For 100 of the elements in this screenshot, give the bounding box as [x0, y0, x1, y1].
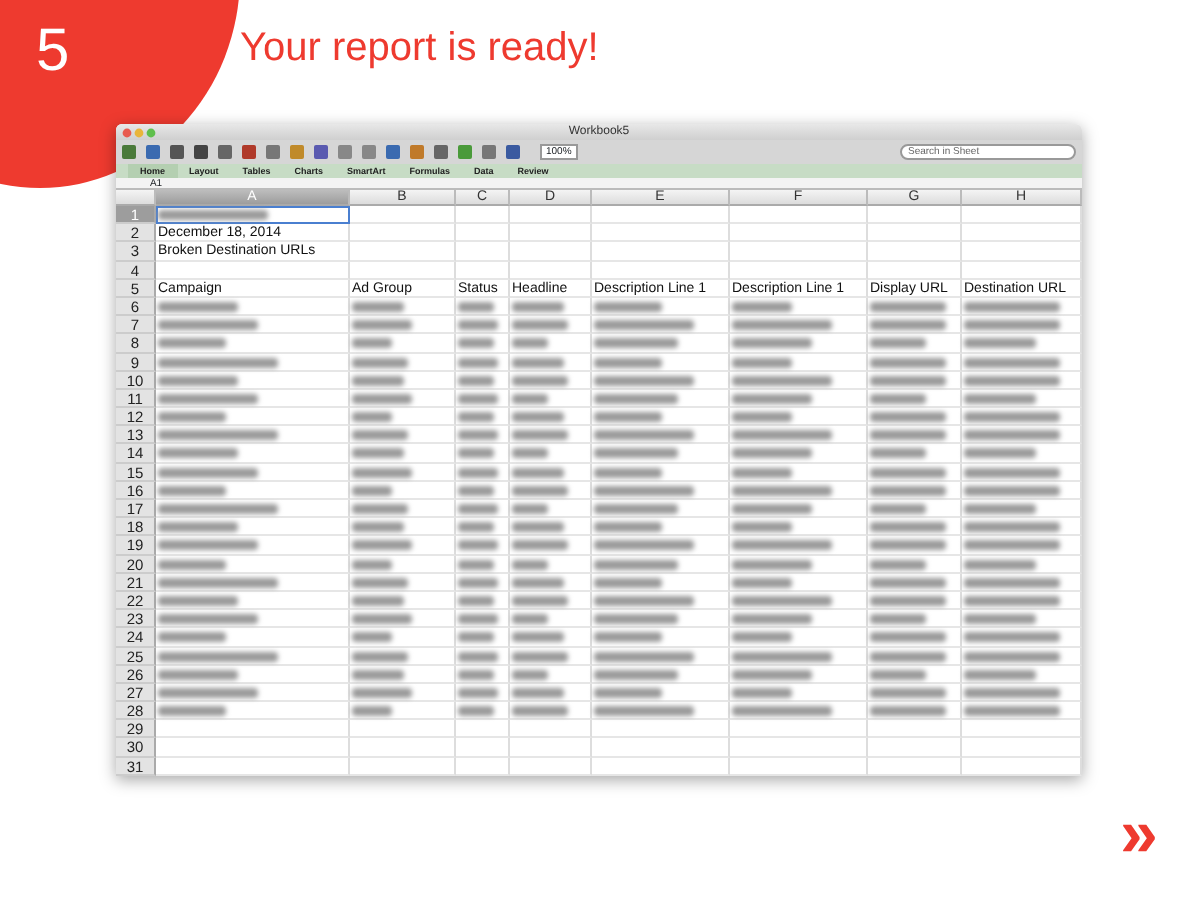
window-controls-icon[interactable] [122, 128, 158, 138]
blurred-text [964, 320, 1060, 331]
table-cell [730, 261, 868, 280]
blurred-text [870, 669, 926, 680]
blurred-text [158, 412, 226, 423]
blurred-text [158, 448, 238, 459]
table-cell [962, 206, 1082, 225]
table-cell [350, 261, 456, 280]
table-cell [730, 757, 868, 776]
blurred-text [458, 669, 494, 680]
blurred-text [512, 706, 568, 717]
blurred-text [870, 540, 946, 551]
select-all-corner[interactable] [116, 190, 156, 206]
table-cell [510, 738, 592, 758]
blurred-text [512, 522, 564, 533]
blurred-text [458, 448, 494, 459]
blurred-text [732, 467, 792, 478]
blurred-text [512, 577, 564, 588]
blurred-text [158, 614, 258, 625]
table-cell [510, 224, 592, 243]
blurred-text [732, 393, 812, 404]
table-cell [456, 261, 510, 280]
table-cell [962, 242, 1082, 262]
blurred-text [158, 393, 258, 404]
blurred-text [964, 595, 1060, 606]
table-cell [962, 738, 1082, 758]
blurred-text [732, 357, 792, 367]
blurred-text [594, 357, 662, 367]
blurred-text [458, 393, 498, 404]
blurred-text [458, 357, 498, 367]
blurred-text [594, 540, 694, 551]
blurred-text [594, 632, 662, 643]
blurred-text [512, 467, 564, 478]
blurred-text [512, 687, 564, 698]
next-arrow[interactable]: » [1120, 800, 1158, 868]
table-cell [962, 224, 1082, 243]
table-cell [592, 738, 730, 758]
blurred-text [458, 522, 494, 533]
blurred-text [512, 485, 568, 496]
blurred-text [158, 669, 238, 680]
blurred-text [594, 614, 678, 625]
blurred-text [458, 577, 498, 588]
table-cell [868, 261, 962, 280]
blurred-text [158, 320, 258, 331]
blurred-text [870, 595, 946, 606]
table-cell [730, 206, 868, 225]
blurred-text [732, 559, 812, 570]
blurred-text [870, 375, 946, 386]
blurred-text [870, 706, 946, 717]
blurred-text [870, 559, 926, 570]
blurred-text [964, 614, 1036, 625]
blurred-text [352, 669, 404, 680]
blurred-text [732, 448, 812, 459]
blurred-text [512, 301, 564, 312]
blurred-text [870, 504, 926, 514]
blurred-text [352, 595, 404, 606]
blurred-text [512, 559, 548, 570]
blurred-text [964, 393, 1036, 404]
blurred-text [732, 577, 792, 588]
table-cell [868, 738, 962, 758]
blurred-text [458, 540, 498, 551]
blurred-text [158, 522, 238, 533]
blurred-text [512, 448, 548, 459]
blurred-text [594, 559, 678, 570]
blurred-text [512, 540, 568, 551]
blurred-text [964, 375, 1060, 386]
blurred-text [732, 632, 792, 643]
blurred-text [158, 357, 278, 367]
blurred-text [158, 577, 278, 588]
blurred-text [870, 301, 946, 312]
blurred-text [158, 632, 226, 643]
blurred-text [512, 357, 564, 367]
blurred-text [458, 504, 498, 514]
blurred-text [458, 595, 494, 606]
blurred-text [594, 669, 678, 680]
blurred-text [732, 522, 792, 533]
table-cell [456, 206, 510, 225]
heading: Your report is ready! [240, 24, 599, 72]
blurred-text [458, 632, 494, 643]
table-cell [350, 757, 456, 776]
step-number: 5 [36, 16, 70, 88]
blurred-text [594, 467, 662, 478]
table-cell [868, 242, 962, 262]
blurred-text [458, 687, 498, 698]
blurred-text [964, 651, 1060, 661]
blurred-text [732, 706, 832, 717]
table-cell [456, 757, 510, 776]
table-cell [868, 757, 962, 776]
blurred-text [352, 614, 412, 625]
blurred-text [352, 338, 392, 349]
blurred-text [594, 320, 694, 331]
blurred-text [158, 595, 238, 606]
blurred-text [870, 614, 926, 625]
table-cell [592, 261, 730, 280]
blurred-text [158, 651, 278, 661]
blurred-text [594, 412, 662, 423]
blurred-text [352, 375, 404, 386]
blurred-text [964, 669, 1036, 680]
blurred-text [458, 614, 498, 625]
blurred-text [512, 504, 548, 514]
